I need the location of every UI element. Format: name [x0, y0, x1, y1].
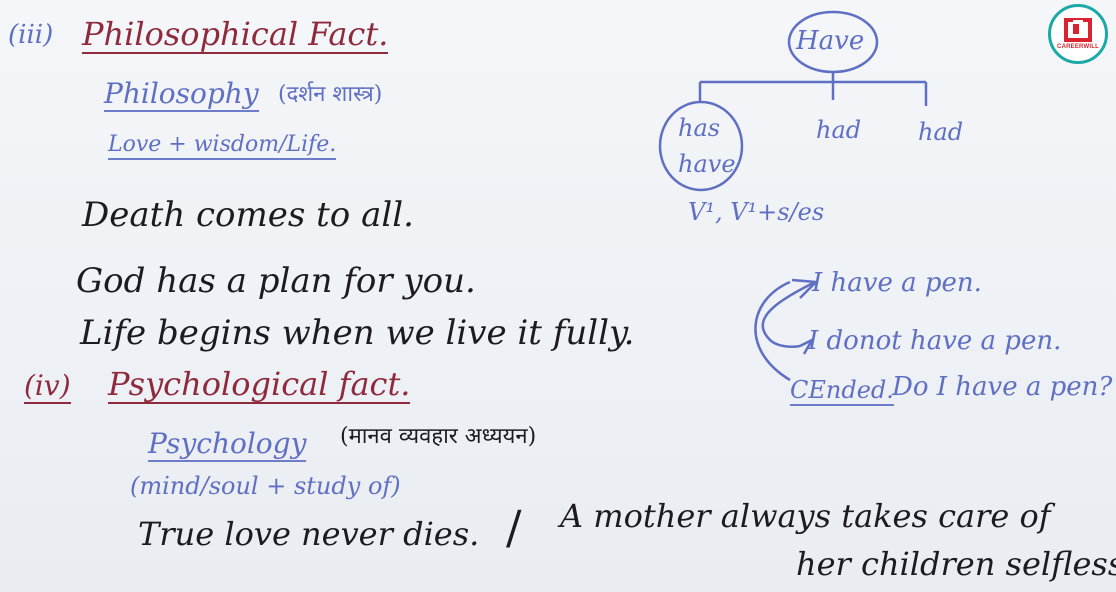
tree-root-have: Have — [796, 26, 865, 56]
careerwill-logo-icon — [1064, 18, 1092, 42]
careerwill-logo: CAREERWILL — [1048, 4, 1108, 64]
sentence-affirmative: I have a pen. — [812, 268, 982, 298]
sentence-negative: I donot have a pen. — [808, 326, 1062, 356]
arrow-curve-lower — [754, 280, 791, 382]
tree-verb-forms-note: V¹, V¹+s/es — [688, 198, 825, 226]
sentence-interrogative-label: CEnded. — [790, 376, 894, 406]
sentence-interrogative: Do I have a pen? — [892, 372, 1113, 402]
tree-branch-have: have — [678, 150, 736, 178]
tree-branch-has: has — [678, 114, 721, 142]
careerwill-logo-text: CAREERWILL — [1057, 44, 1099, 50]
tree-branch-had-1: had — [816, 116, 862, 144]
tree-branch-had-2: had — [918, 118, 964, 146]
